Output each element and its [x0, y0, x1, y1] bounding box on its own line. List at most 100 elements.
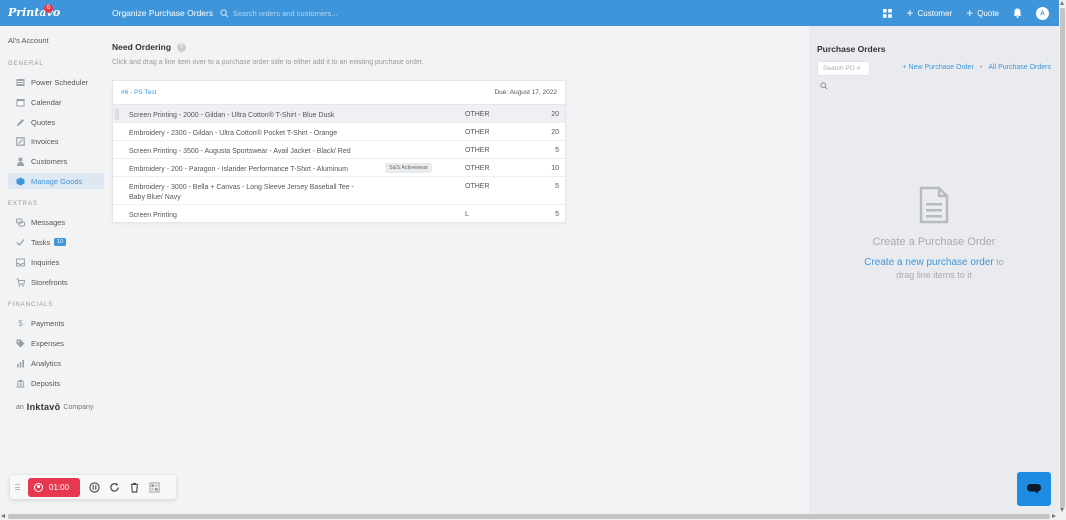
- purchase-orders-panel: Purchase Orders + New Purchase Order • A…: [809, 26, 1059, 513]
- sidebar-item-calendar[interactable]: Calendar: [8, 94, 104, 110]
- sidebar-item-label: Inquiries: [31, 257, 60, 267]
- sidebar-item-deposits[interactable]: Deposits: [8, 375, 104, 391]
- sidebar-item-label: Customers: [31, 156, 68, 166]
- line-item-row[interactable]: Embroidery - 200 - Paragon - Islander Pe…: [113, 159, 565, 177]
- drag-handle-icon[interactable]: [115, 108, 119, 120]
- blur-icon[interactable]: [149, 481, 160, 493]
- scroll-down-arrow[interactable]: [1060, 508, 1064, 512]
- empty-state-line2: drag line items to it: [896, 270, 972, 280]
- sidebar-item-label: Power Scheduler: [31, 77, 89, 87]
- scroll-thumb[interactable]: [8, 514, 1050, 519]
- sidebar-item-label: Deposits: [31, 378, 61, 388]
- scroll-up-arrow[interactable]: [1060, 1, 1064, 5]
- new-purchase-order-link[interactable]: + New Purchase Order: [903, 64, 974, 71]
- need-ordering-heading: Need Ordering ?: [112, 42, 187, 52]
- sidebar-item-analytics[interactable]: Analytics: [8, 355, 104, 371]
- search-input[interactable]: [233, 8, 513, 18]
- cart-icon: [16, 278, 25, 287]
- bar-chart-icon: [17, 359, 24, 367]
- calendar-icon: [16, 98, 25, 106]
- dollar-icon: $: [18, 318, 23, 328]
- restart-icon[interactable]: [109, 482, 120, 493]
- section-label-financials: FINANCIALS: [8, 302, 54, 308]
- sidebar-item-expenses[interactable]: Expenses: [8, 335, 104, 351]
- section-label-extras: EXTRAS: [8, 201, 39, 207]
- line-item-row[interactable]: Screen Printing - 3500 - Augusta Sportsw…: [113, 141, 565, 159]
- account-name[interactable]: Al's Account: [8, 36, 49, 45]
- company-brand-logo[interactable]: Inktavō: [27, 402, 61, 412]
- line-item-description: Screen Printing: [129, 212, 177, 219]
- trash-icon[interactable]: [129, 482, 140, 493]
- sidebar-item-label: Messages: [31, 217, 66, 227]
- line-item-quantity: 5: [555, 183, 559, 190]
- line-item-row[interactable]: Screen Printing - 2000 - Gildan - Ultra …: [113, 105, 565, 123]
- page-title: Organize Purchase Orders: [112, 8, 214, 18]
- empty-state-connector: to: [996, 257, 1004, 267]
- line-item-description: Embroidery - 2300 - Gildan - Ultra Cotto…: [129, 130, 338, 137]
- sidebar-item-invoices[interactable]: Invoices: [8, 133, 104, 149]
- user-avatar[interactable]: A: [1036, 6, 1049, 20]
- sidebar-item-customers[interactable]: Customers: [8, 153, 104, 169]
- page-heading: Need Ordering: [112, 42, 172, 52]
- help-icon[interactable]: ?: [177, 42, 187, 52]
- messages-icon: [16, 218, 25, 226]
- recording-timer: 01:00: [49, 482, 70, 492]
- line-item-size: OTHER: [465, 147, 490, 154]
- tasks-count-badge: 10: [54, 238, 67, 246]
- sidebar-item-payments[interactable]: $ Payments: [8, 315, 104, 331]
- search-icon: [220, 8, 229, 17]
- line-item-size: L: [465, 211, 469, 218]
- line-item-size: OTHER: [465, 129, 490, 136]
- drag-grip-icon[interactable]: [15, 484, 20, 490]
- all-purchase-orders-link[interactable]: All Purchase Orders: [988, 64, 1051, 71]
- po-links: + New Purchase Order • All Purchase Orde…: [903, 64, 1052, 71]
- vertical-scrollbar[interactable]: [1059, 0, 1066, 513]
- bell-icon[interactable]: [1013, 8, 1022, 18]
- sidebar-item-power-scheduler[interactable]: Power Scheduler: [8, 74, 104, 90]
- apps-grid-icon[interactable]: [883, 8, 893, 18]
- purchase-orders-title: Purchase Orders: [817, 44, 886, 54]
- add-customer-button[interactable]: + Customer: [906, 7, 952, 19]
- line-item-row[interactable]: Embroidery - 2300 - Gildan - Ultra Cotto…: [113, 123, 565, 141]
- scroll-thumb[interactable]: [1060, 8, 1065, 508]
- scroll-right-arrow[interactable]: [1052, 514, 1056, 518]
- search-icon[interactable]: [820, 82, 828, 90]
- po-search-input[interactable]: [817, 61, 870, 76]
- sidebar-item-messages[interactable]: Messages: [8, 214, 104, 230]
- scroll-left-arrow[interactable]: [1, 514, 5, 518]
- chat-button[interactable]: [1017, 472, 1051, 506]
- add-quote-button[interactable]: + Quote: [966, 7, 999, 19]
- sidebar-item-label: Analytics: [31, 358, 62, 368]
- line-item-size: OTHER: [465, 111, 490, 118]
- invoice-icon: [16, 136, 25, 146]
- order-link[interactable]: #6 - PS Test: [121, 89, 156, 96]
- sidebar-item-quotes[interactable]: Quotes: [8, 114, 104, 130]
- empty-state-title: Create a Purchase Order: [872, 236, 996, 248]
- line-item-quantity: 10: [551, 165, 559, 172]
- line-item-quantity: 20: [551, 111, 559, 118]
- horizontal-scrollbar[interactable]: [0, 513, 1066, 520]
- company-footer: an Inktavō Company: [16, 402, 93, 412]
- sidebar-item-tasks[interactable]: Tasks 10: [8, 234, 104, 250]
- stop-recording-button[interactable]: 01:00: [28, 477, 80, 497]
- pause-icon[interactable]: [89, 481, 100, 493]
- company-suffix: Company: [63, 403, 94, 411]
- line-item-quantity: 20: [551, 129, 559, 136]
- line-item-description: Embroidery - 3000 - Bella + Canvas - Lon…: [129, 184, 354, 201]
- sidebar-item-inquiries[interactable]: Inquiries: [8, 254, 104, 270]
- sidebar-item-storefronts[interactable]: Storefronts: [8, 274, 104, 290]
- document-icon: [919, 186, 949, 224]
- sidebar-item-label: Quotes: [31, 117, 56, 127]
- line-item-quantity: 5: [555, 147, 559, 154]
- order-card: #6 - PS Test Due: August 17, 2022 Screen…: [112, 80, 566, 223]
- sidebar-item-manage-goods[interactable]: Manage Goods: [8, 173, 104, 189]
- line-item-row[interactable]: Screen Printing L 5: [113, 205, 565, 222]
- sidebar-item-label: Tasks: [31, 237, 51, 247]
- line-item-size: OTHER: [465, 165, 490, 172]
- line-item-row[interactable]: Embroidery - 3000 - Bella + Canvas - Lon…: [113, 177, 565, 205]
- bank-icon: [16, 379, 25, 388]
- check-icon: [16, 238, 25, 246]
- inbox-icon: [16, 258, 25, 266]
- sidebar-item-label: Manage Goods: [31, 176, 83, 186]
- create-purchase-order-link[interactable]: Create a new purchase order: [864, 257, 994, 268]
